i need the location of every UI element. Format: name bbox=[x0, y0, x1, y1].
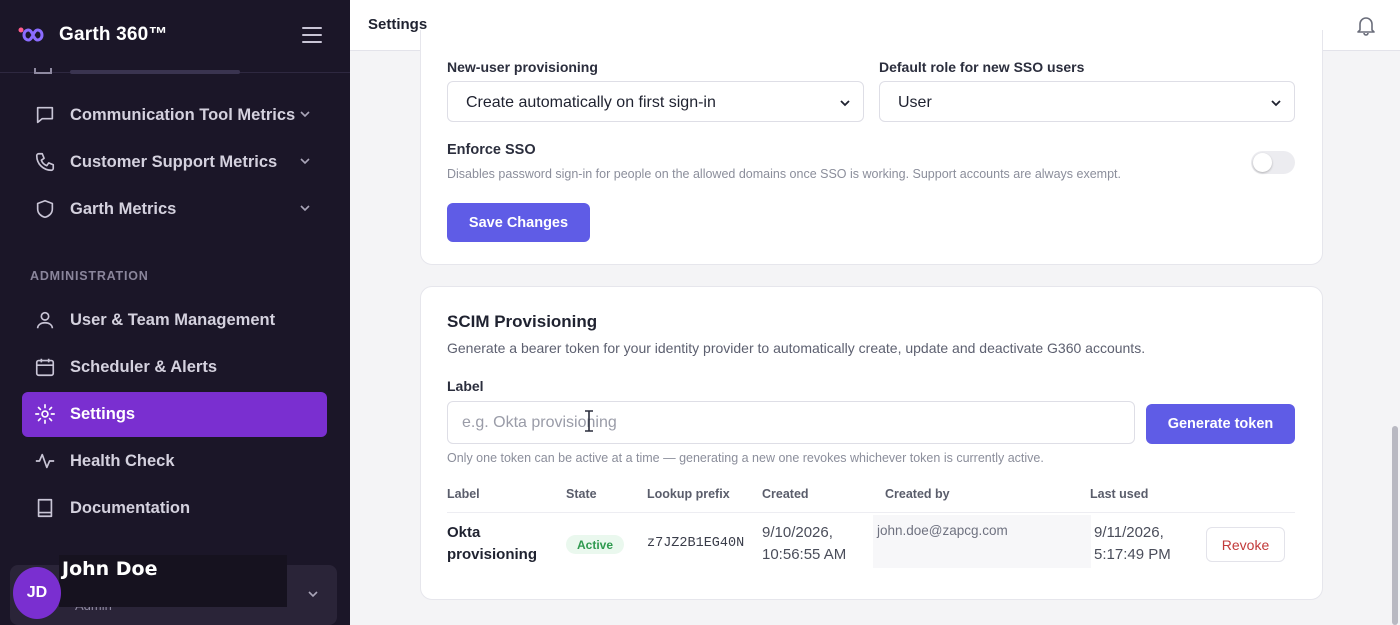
enforce-sso-description: Disables password sign-in for people on … bbox=[447, 167, 1121, 181]
gear-icon bbox=[35, 404, 55, 424]
scrollbar[interactable] bbox=[1390, 51, 1400, 625]
scim-subtitle: Generate a bearer token for your identit… bbox=[447, 340, 1146, 356]
app-name: Garth 360™ bbox=[59, 24, 168, 45]
save-changes-button[interactable]: Save Changes bbox=[447, 203, 590, 242]
chevron-down-icon[interactable] bbox=[306, 587, 320, 601]
sidebar-item-customer-support-metrics[interactable]: Customer Support Metrics bbox=[22, 140, 327, 185]
sidebar-item-communication-tool-metrics[interactable]: Communication Tool Metrics bbox=[22, 93, 327, 138]
sidebar-item-documentation[interactable]: Documentation bbox=[22, 486, 327, 531]
shield-icon bbox=[36, 199, 54, 219]
chevron-down-icon bbox=[300, 158, 310, 165]
scim-title: SCIM Provisioning bbox=[447, 312, 598, 331]
menu-toggle-icon[interactable] bbox=[302, 27, 322, 45]
provisioning-select-value: Create automatically on first sign-in bbox=[466, 94, 716, 111]
sidebar-item-label: Settings bbox=[70, 405, 136, 423]
toggle-knob bbox=[1253, 153, 1272, 172]
enforce-sso-toggle[interactable] bbox=[1251, 151, 1295, 174]
sidebar-item-label: Customer Support Metrics bbox=[70, 153, 278, 171]
avatar[interactable]: JD bbox=[13, 567, 61, 619]
sidebar-item-label: Health Check bbox=[70, 452, 175, 470]
enforce-sso-title: Enforce SSO bbox=[447, 142, 536, 158]
token-row-last-used: 9/11/2026, 5:17:49 PM bbox=[1094, 524, 1171, 563]
generate-token-button[interactable]: Generate token bbox=[1146, 404, 1295, 444]
token-label-input[interactable] bbox=[448, 402, 1134, 443]
book-icon bbox=[37, 498, 53, 518]
provisioning-select[interactable]: Create automatically on first sign-in bbox=[447, 81, 864, 122]
text-cursor-icon bbox=[585, 410, 593, 432]
status-badge: Active bbox=[566, 535, 624, 554]
user-name: John Doe bbox=[62, 558, 158, 580]
token-row-prefix: z7JZ2B1EG40N bbox=[647, 536, 745, 551]
sidebar-item-user-team-management[interactable]: User & Team Management bbox=[22, 298, 327, 343]
default-role-select[interactable]: User bbox=[879, 81, 1295, 122]
activity-icon bbox=[35, 453, 55, 469]
sidebar-item-health-check[interactable]: Health Check bbox=[22, 439, 327, 484]
sidebar-item-label: Documentation bbox=[70, 499, 191, 517]
sidebar-item-label: Scheduler & Alerts bbox=[70, 358, 218, 376]
bell-icon[interactable] bbox=[1356, 14, 1376, 36]
page-title: Settings bbox=[368, 16, 428, 33]
provisioning-label: New-user provisioning bbox=[447, 59, 598, 75]
default-role-label: Default role for new SSO users bbox=[879, 59, 1085, 75]
column-header-created: Created bbox=[762, 487, 809, 501]
column-header-last-used: Last used bbox=[1090, 487, 1149, 501]
token-row-label: Okta provisioning bbox=[447, 524, 537, 563]
revoke-button[interactable]: Revoke bbox=[1206, 527, 1285, 562]
sidebar-item-label: Communication Tool Metrics bbox=[70, 106, 296, 124]
chevron-down-icon bbox=[840, 100, 850, 107]
chevron-down-icon bbox=[300, 205, 310, 212]
default-role-select-value: User bbox=[898, 94, 932, 111]
sidebar-item-label: Garth Metrics bbox=[70, 200, 177, 218]
column-header-state: State bbox=[566, 487, 597, 501]
user-icon bbox=[36, 311, 54, 329]
sidebar: Garth 360™ Communication Tool Metrics Cu… bbox=[0, 0, 350, 625]
column-header-label: Label bbox=[447, 487, 480, 501]
table-divider bbox=[447, 512, 1295, 513]
sidebar-item-garth-metrics[interactable]: Garth Metrics bbox=[22, 187, 327, 232]
phone-icon bbox=[35, 152, 55, 172]
scrollbar-thumb[interactable] bbox=[1392, 426, 1398, 625]
token-label-field[interactable] bbox=[447, 401, 1135, 444]
column-header-lookup-prefix: Lookup prefix bbox=[647, 487, 730, 501]
chat-icon bbox=[36, 106, 54, 124]
sidebar-item-settings[interactable]: Settings bbox=[22, 392, 327, 437]
token-label-label: Label bbox=[447, 378, 484, 394]
column-header-created-by: Created by bbox=[885, 487, 950, 501]
token-row-created-by: john.doe@zapcg.com bbox=[877, 523, 1008, 538]
chevron-down-icon bbox=[300, 111, 310, 118]
calendar-icon bbox=[35, 358, 55, 377]
chevron-down-icon bbox=[1271, 100, 1281, 107]
token-note: Only one token can be active at a time —… bbox=[447, 451, 1044, 465]
sidebar-item-cut-off[interactable] bbox=[34, 58, 244, 74]
sidebar-item-scheduler-alerts[interactable]: Scheduler & Alerts bbox=[22, 345, 327, 390]
section-title-administration: ADMINISTRATION bbox=[30, 269, 149, 283]
token-row-created: 9/10/2026, 10:56:55 AM bbox=[762, 524, 847, 563]
infinity-logo-icon bbox=[18, 27, 44, 42]
sidebar-item-label: User & Team Management bbox=[70, 311, 276, 329]
